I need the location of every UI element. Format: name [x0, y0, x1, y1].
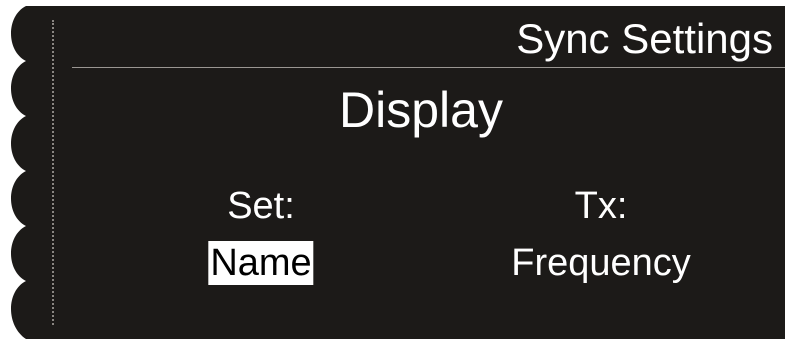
set-option-name[interactable]: Name [208, 241, 314, 285]
dotted-divider [52, 20, 54, 325]
screen-header-title: Sync Settings [516, 15, 773, 62]
tx-label: Tx: [574, 185, 628, 227]
scalloped-edge [0, 6, 26, 339]
header-divider [72, 67, 785, 68]
tx-option-frequency[interactable]: Frequency [511, 241, 691, 285]
device-screen: Sync Settings Display Set: Tx: Name Freq… [0, 0, 789, 344]
set-label: Set: [227, 185, 295, 227]
page-title: Display [339, 82, 503, 138]
